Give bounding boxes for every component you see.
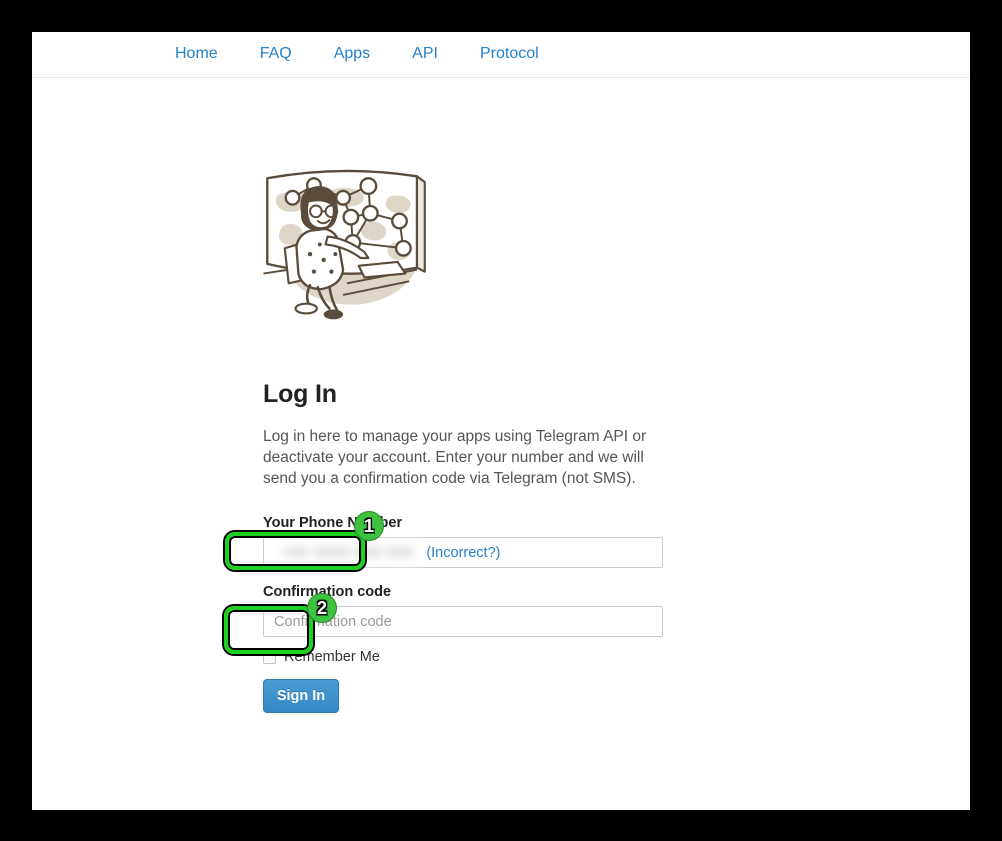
page-title: Log In: [263, 380, 337, 408]
screenshot-frame: Home FAQ Apps API Protocol Log In Log in…: [0, 0, 1002, 841]
remember-me-checkbox[interactable]: [263, 650, 276, 664]
browser-page: Home FAQ Apps API Protocol Log In Log in…: [32, 32, 970, 810]
nav-link-apps[interactable]: Apps: [313, 44, 391, 64]
nav-link-home[interactable]: Home: [154, 44, 239, 64]
nav-link-protocol[interactable]: Protocol: [459, 44, 560, 64]
phone-field-label: Your Phone Number: [263, 515, 403, 531]
top-navigation-bar: Home FAQ Apps API Protocol: [32, 32, 970, 78]
login-illustration: [263, 169, 426, 320]
remember-me-label[interactable]: Remember Me: [284, 649, 380, 665]
login-content-column: Log In Log in here to manage your apps u…: [231, 110, 663, 713]
nav-link-faq[interactable]: FAQ: [239, 44, 313, 64]
page-description: Log in here to manage your apps using Te…: [263, 428, 647, 487]
login-form: Your Phone Number +00 0000 000 000 (Inco…: [263, 515, 663, 713]
nav-link-api[interactable]: API: [391, 44, 459, 64]
confirmation-code-input[interactable]: [263, 606, 663, 637]
phone-incorrect-link[interactable]: (Incorrect?): [426, 545, 500, 561]
phone-field-block: Your Phone Number +00 0000 000 000 (Inco…: [263, 515, 663, 568]
nav-link-list: Home FAQ Apps API Protocol: [154, 44, 560, 64]
phone-input-wrapper: +00 0000 000 000 (Incorrect?): [263, 537, 663, 568]
confirmation-code-label: Confirmation code: [263, 584, 392, 600]
remember-me-row[interactable]: Remember Me: [263, 649, 663, 665]
sign-in-button[interactable]: Sign In: [263, 679, 339, 713]
code-field-block: Confirmation code: [263, 584, 663, 637]
